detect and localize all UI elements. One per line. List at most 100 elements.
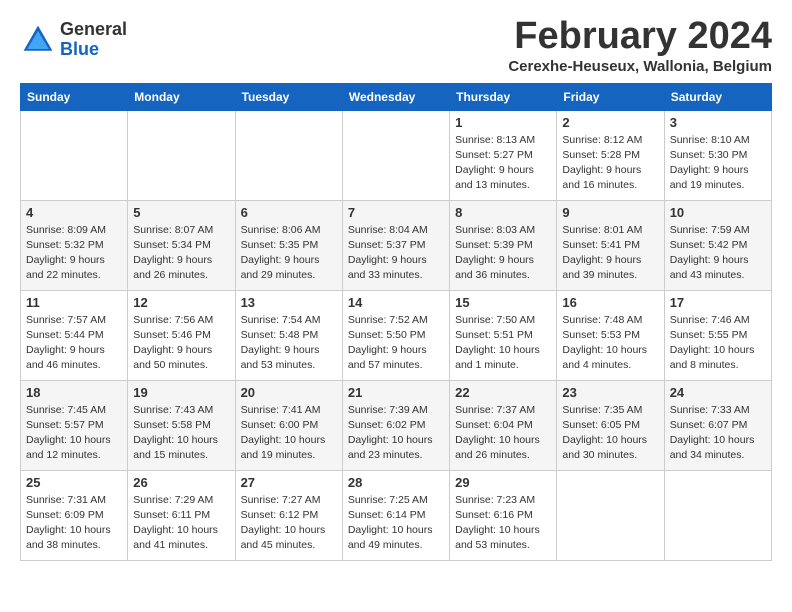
day-info: Sunrise: 7:25 AMSunset: 6:14 PMDaylight:… (348, 493, 444, 554)
day-info: Sunrise: 8:03 AMSunset: 5:39 PMDaylight:… (455, 223, 551, 284)
logo: General Blue (20, 20, 127, 60)
calendar-cell: 26 Sunrise: 7:29 AMSunset: 6:11 PMDayligh… (128, 470, 235, 560)
calendar-cell: 20Sunrise: 7:41 AMSunset: 6:00 PMDayligh… (235, 380, 342, 470)
day-number: 20 (241, 385, 337, 400)
day-number: 27 (241, 475, 337, 490)
day-number: 12 (133, 295, 229, 310)
day-number: 29 (455, 475, 551, 490)
day-number: 23 (562, 385, 658, 400)
weekday-header: Tuesday (235, 83, 342, 110)
calendar-cell: 27Sunrise: 7:27 AMSunset: 6:12 PMDayligh… (235, 470, 342, 560)
logo-text: General Blue (60, 20, 127, 60)
title-area: February 2024 Cerexhe-Heuseux, Wallonia,… (508, 16, 772, 75)
day-info: Sunrise: 7:57 AMSunset: 5:44 PMDaylight:… (26, 313, 122, 374)
day-info: Sunrise: 8:01 AMSunset: 5:41 PMDaylight:… (562, 223, 658, 284)
calendar-cell: 4 Sunrise: 8:09 AMSunset: 5:32 PMDaylight… (21, 200, 128, 290)
day-info: Sunrise: 8:13 AMSunset: 5:27 PMDaylight:… (455, 133, 551, 194)
calendar-cell: 22Sunrise: 7:37 AMSunset: 6:04 PMDayligh… (450, 380, 557, 470)
logo-general: General (60, 20, 127, 40)
calendar-cell (235, 110, 342, 200)
day-number: 19 (133, 385, 229, 400)
day-info: Sunrise: 7:31 AMSunset: 6:09 PMDaylight:… (26, 493, 122, 554)
day-number: 16 (562, 295, 658, 310)
calendar-cell: 2 Sunrise: 8:12 AMSunset: 5:28 PMDaylight… (557, 110, 664, 200)
day-info: Sunrise: 7:46 AMSunset: 5:55 PMDaylight:… (670, 313, 766, 374)
day-info: Sunrise: 7:23 AMSunset: 6:16 PMDaylight:… (455, 493, 551, 554)
day-number: 11 (26, 295, 122, 310)
calendar-week-row: 18 Sunrise: 7:45 AMSunset: 5:57 PMDayligh… (21, 380, 772, 470)
calendar-week-row: 25 Sunrise: 7:31 AMSunset: 6:09 PMDayligh… (21, 470, 772, 560)
day-info: Sunrise: 7:50 AMSunset: 5:51 PMDaylight:… (455, 313, 551, 374)
calendar-cell: 17Sunrise: 7:46 AMSunset: 5:55 PMDayligh… (664, 290, 771, 380)
day-number: 5 (133, 205, 229, 220)
day-number: 21 (348, 385, 444, 400)
calendar-cell (342, 110, 449, 200)
calendar-cell: 18 Sunrise: 7:45 AMSunset: 5:57 PMDayligh… (21, 380, 128, 470)
day-number: 25 (26, 475, 122, 490)
day-number: 1 (455, 115, 551, 130)
day-info: Sunrise: 7:37 AMSunset: 6:04 PMDaylight:… (455, 403, 551, 464)
location-title: Cerexhe-Heuseux, Wallonia, Belgium (508, 58, 772, 75)
day-number: 18 (26, 385, 122, 400)
calendar-cell: 12Sunrise: 7:56 AMSunset: 5:46 PMDayligh… (128, 290, 235, 380)
calendar-cell: 23Sunrise: 7:35 AMSunset: 6:05 PMDayligh… (557, 380, 664, 470)
calendar-cell: 28 Sunrise: 7:25 AMSunset: 6:14 PMDayligh… (342, 470, 449, 560)
weekday-header-row: SundayMondayTuesdayWednesdayThursdayFrid… (21, 83, 772, 110)
calendar-cell: 11 Sunrise: 7:57 AMSunset: 5:44 PMDayligh… (21, 290, 128, 380)
weekday-header: Wednesday (342, 83, 449, 110)
day-number: 2 (562, 115, 658, 130)
calendar-cell: 1 Sunrise: 8:13 AMSunset: 5:27 PMDaylight… (450, 110, 557, 200)
day-info: Sunrise: 8:12 AMSunset: 5:28 PMDaylight:… (562, 133, 658, 194)
day-number: 14 (348, 295, 444, 310)
calendar-cell: 6Sunrise: 8:06 AMSunset: 5:35 PMDaylight… (235, 200, 342, 290)
day-info: Sunrise: 7:54 AMSunset: 5:48 PMDaylight:… (241, 313, 337, 374)
day-number: 28 (348, 475, 444, 490)
day-info: Sunrise: 7:29 AMSunset: 6:11 PMDaylight:… (133, 493, 229, 554)
day-info: Sunrise: 7:45 AMSunset: 5:57 PMDaylight:… (26, 403, 122, 464)
weekday-header: Saturday (664, 83, 771, 110)
day-info: Sunrise: 8:06 AMSunset: 5:35 PMDaylight:… (241, 223, 337, 284)
month-title: February 2024 (508, 16, 772, 58)
day-info: Sunrise: 7:59 AMSunset: 5:42 PMDaylight:… (670, 223, 766, 284)
calendar-cell: 21 Sunrise: 7:39 AMSunset: 6:02 PMDayligh… (342, 380, 449, 470)
calendar-cell (664, 470, 771, 560)
calendar-cell: 16 Sunrise: 7:48 AMSunset: 5:53 PMDayligh… (557, 290, 664, 380)
day-info: Sunrise: 7:33 AMSunset: 6:07 PMDaylight:… (670, 403, 766, 464)
calendar-cell: 13 Sunrise: 7:54 AMSunset: 5:48 PMDayligh… (235, 290, 342, 380)
weekday-header: Sunday (21, 83, 128, 110)
day-info: Sunrise: 7:52 AMSunset: 5:50 PMDaylight:… (348, 313, 444, 374)
day-number: 8 (455, 205, 551, 220)
calendar-cell: 7 Sunrise: 8:04 AMSunset: 5:37 PMDaylight… (342, 200, 449, 290)
calendar-week-row: 11 Sunrise: 7:57 AMSunset: 5:44 PMDayligh… (21, 290, 772, 380)
calendar-cell: 14 Sunrise: 7:52 AMSunset: 5:50 PMDayligh… (342, 290, 449, 380)
day-info: Sunrise: 7:43 AMSunset: 5:58 PMDaylight:… (133, 403, 229, 464)
day-number: 26 (133, 475, 229, 490)
logo-icon (20, 22, 56, 58)
calendar-cell: 3 Sunrise: 8:10 AMSunset: 5:30 PMDaylight… (664, 110, 771, 200)
calendar-cell: 5 Sunrise: 8:07 AMSunset: 5:34 PMDaylight… (128, 200, 235, 290)
weekday-header: Monday (128, 83, 235, 110)
day-number: 9 (562, 205, 658, 220)
calendar-cell: 25 Sunrise: 7:31 AMSunset: 6:09 PMDayligh… (21, 470, 128, 560)
day-number: 24 (670, 385, 766, 400)
logo-blue: Blue (60, 40, 127, 60)
day-info: Sunrise: 8:04 AMSunset: 5:37 PMDaylight:… (348, 223, 444, 284)
day-info: Sunrise: 7:48 AMSunset: 5:53 PMDaylight:… (562, 313, 658, 374)
day-info: Sunrise: 7:39 AMSunset: 6:02 PMDaylight:… (348, 403, 444, 464)
calendar-cell: 8 Sunrise: 8:03 AMSunset: 5:39 PMDaylight… (450, 200, 557, 290)
calendar-cell: 9 Sunrise: 8:01 AMSunset: 5:41 PMDaylight… (557, 200, 664, 290)
day-info: Sunrise: 8:10 AMSunset: 5:30 PMDaylight:… (670, 133, 766, 194)
calendar-table: SundayMondayTuesdayWednesdayThursdayFrid… (20, 83, 772, 561)
calendar-cell: 29 Sunrise: 7:23 AMSunset: 6:16 PMDayligh… (450, 470, 557, 560)
calendar-week-row: 1 Sunrise: 8:13 AMSunset: 5:27 PMDaylight… (21, 110, 772, 200)
calendar-cell (557, 470, 664, 560)
day-number: 3 (670, 115, 766, 130)
calendar-cell: 15Sunrise: 7:50 AMSunset: 5:51 PMDayligh… (450, 290, 557, 380)
day-number: 7 (348, 205, 444, 220)
day-number: 13 (241, 295, 337, 310)
day-info: Sunrise: 8:07 AMSunset: 5:34 PMDaylight:… (133, 223, 229, 284)
day-info: Sunrise: 8:09 AMSunset: 5:32 PMDaylight:… (26, 223, 122, 284)
day-number: 4 (26, 205, 122, 220)
page-header: General Blue February 2024 Cerexhe-Heuse… (20, 16, 772, 75)
calendar-cell: 19 Sunrise: 7:43 AMSunset: 5:58 PMDayligh… (128, 380, 235, 470)
